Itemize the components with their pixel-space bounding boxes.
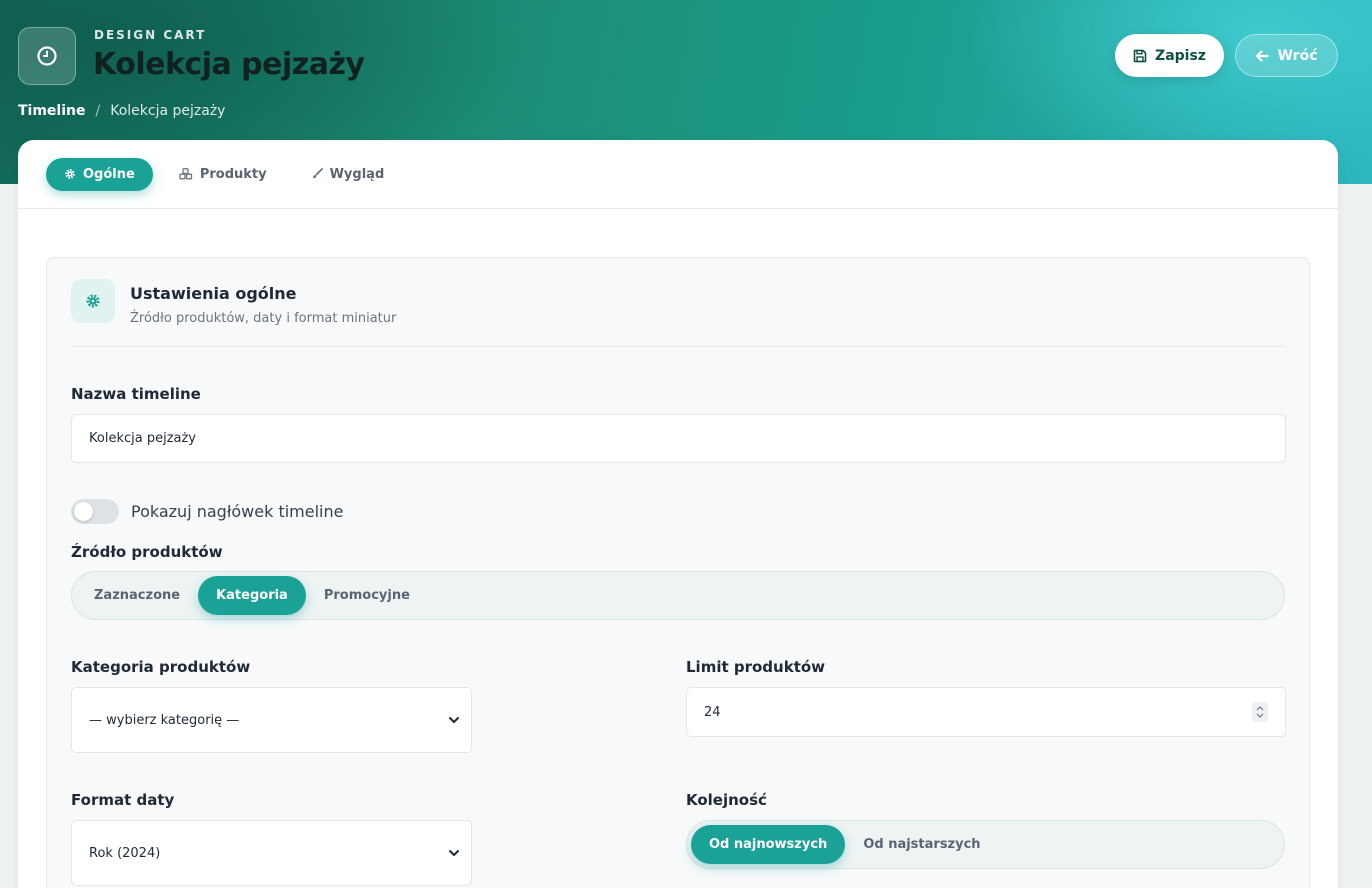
app-eyebrow: DESIGN CART (94, 28, 207, 42)
order-label: Kolejność (686, 791, 767, 809)
product-limit-value: 24 (704, 704, 721, 720)
source-option-selected[interactable]: Zaznaczone (76, 576, 198, 615)
floppy-disk-icon (1133, 49, 1147, 62)
timeline-name-input[interactable]: Kolekcja pejzaży (71, 414, 1286, 463)
category-select[interactable]: — wybierz kategorię — (71, 687, 472, 753)
date-format-value: Rok (2024) (89, 845, 161, 861)
breadcrumb: Timeline / Kolekcja pejzaży (18, 103, 225, 119)
category-label: Kategoria produktów (71, 658, 251, 676)
source-label: Źródło produktów (71, 543, 223, 561)
source-selector: Zaznaczone Kategoria Promocyjne (71, 571, 1285, 620)
section-icon (71, 279, 115, 323)
order-selector: Od najnowszych Od najstarszych (686, 820, 1285, 869)
date-format-select[interactable]: Rok (2024) (71, 820, 472, 886)
section-divider (71, 346, 1285, 347)
order-option-oldest[interactable]: Od najstarszych (845, 825, 998, 864)
section-title: Ustawienia ogólne (130, 284, 297, 303)
order-option-newest[interactable]: Od najnowszych (691, 825, 846, 864)
general-settings-panel: Ustawienia ogólne Źródło produktów, daty… (46, 257, 1310, 888)
chevron-down-icon (1256, 713, 1264, 718)
source-option-promo[interactable]: Promocyjne (306, 576, 428, 615)
chevron-up-icon (1256, 706, 1264, 711)
app-icon (18, 27, 76, 85)
tab-bar: Ogólne Produkty Wygląd (18, 140, 1338, 209)
arrow-left-icon (1256, 49, 1270, 62)
cubes-icon (179, 168, 192, 180)
limit-label: Limit produktów (686, 658, 826, 676)
settings-card: Ogólne Produkty Wygląd Ustawienia ogólne… (18, 140, 1338, 888)
breadcrumb-separator: / (95, 103, 101, 119)
save-button[interactable]: Zapisz (1115, 34, 1224, 77)
tab-products[interactable]: Produkty (161, 158, 285, 191)
tab-products-label: Produkty (199, 166, 267, 182)
gear-icon (86, 294, 100, 308)
date-format-label: Format daty (71, 791, 175, 809)
clock-icon (37, 46, 57, 66)
paintbrush-icon (312, 168, 323, 179)
gear-icon (65, 169, 75, 179)
number-stepper[interactable] (1252, 702, 1268, 722)
back-button[interactable]: Wróć (1235, 34, 1338, 77)
name-label: Nazwa timeline (71, 385, 201, 403)
chevron-down-icon (449, 850, 459, 856)
source-option-category[interactable]: Kategoria (198, 576, 306, 615)
show-header-label: Pokazuj nagłówek timeline (131, 502, 344, 521)
category-select-value: — wybierz kategorię — (89, 712, 240, 728)
back-button-label: Wróć (1277, 47, 1318, 64)
breadcrumb-root-link[interactable]: Timeline (18, 103, 86, 119)
section-subtitle: Źródło produktów, daty i format miniatur (130, 311, 397, 326)
tab-appearance-label: Wygląd (329, 166, 385, 182)
tab-general-label: Ogólne (83, 166, 135, 182)
page-title: Kolekcja pejzaży (93, 47, 365, 82)
product-limit-input[interactable]: 24 (686, 687, 1286, 737)
toggle-knob (74, 502, 93, 521)
breadcrumb-current: Kolekcja pejzaży (110, 103, 226, 119)
chevron-down-icon (449, 717, 459, 723)
save-button-label: Zapisz (1155, 47, 1206, 64)
tab-appearance[interactable]: Wygląd (293, 158, 403, 191)
show-header-toggle[interactable] (71, 499, 119, 524)
tab-general[interactable]: Ogólne (46, 157, 153, 191)
